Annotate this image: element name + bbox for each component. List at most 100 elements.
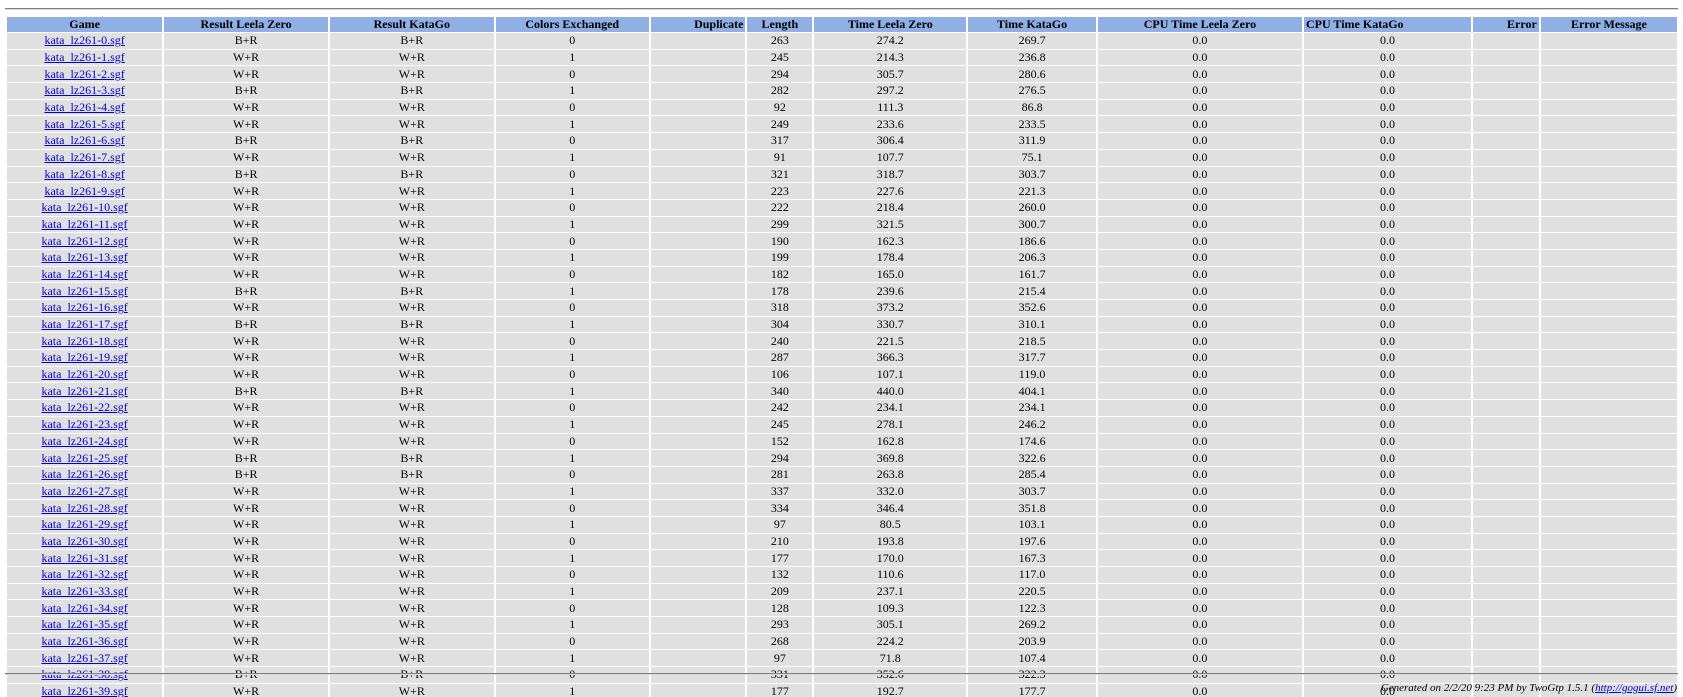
time-katago-cell: 107.4 (968, 649, 1096, 667)
error-message-cell (1540, 182, 1677, 199)
length-cell: 152 (747, 432, 813, 450)
error-cell (1472, 499, 1539, 516)
cpu-time-katago-cell: 0.0 (1303, 265, 1471, 283)
length-cell: 209 (747, 582, 813, 600)
result-leela-zero-cell: B+R (164, 382, 328, 400)
error-message-cell (1540, 515, 1677, 533)
game-link[interactable]: kata_lz261-2.sgf (44, 67, 124, 81)
game-link[interactable]: kata_lz261-24.sgf (41, 434, 127, 448)
game-link[interactable]: kata_lz261-1.sgf (44, 50, 124, 64)
error-cell (1472, 282, 1539, 299)
length-cell: 222 (747, 198, 813, 216)
result-leela-zero-cell: W+R (164, 582, 328, 600)
cpu-time-leela-zero-cell: 0.0 (1097, 82, 1302, 99)
gogui-link[interactable]: http://gogui.sf.net (1595, 682, 1673, 694)
error-message-cell (1540, 432, 1677, 450)
result-leela-zero-cell: W+R (164, 616, 328, 633)
footer-close: ) (1673, 682, 1677, 694)
time-leela-zero-cell: 321.5 (814, 215, 967, 233)
game-link[interactable]: kata_lz261-0.sgf (44, 33, 124, 47)
table-row: kata_lz261-19.sgf W+R W+R 1 287 366.3 317.7 0.0… (7, 349, 1677, 366)
game-link[interactable]: kata_lz261-19.sgf (41, 350, 127, 364)
error-message-cell (1540, 399, 1677, 416)
length-cell: 340 (747, 382, 813, 400)
time-katago-cell: 218.5 (968, 332, 1096, 350)
game-link[interactable]: kata_lz261-34.sgf (41, 601, 127, 615)
error-cell (1472, 549, 1539, 566)
game-link[interactable]: kata_lz261-17.sgf (41, 317, 127, 331)
result-katago-cell: B+R (329, 132, 494, 149)
game-link[interactable]: kata_lz261-27.sgf (41, 484, 127, 498)
length-cell: 304 (747, 315, 813, 333)
game-cell: kata_lz261-29.sgf (7, 515, 163, 533)
colors-exchanged-cell: 1 (495, 449, 649, 466)
game-link[interactable]: kata_lz261-25.sgf (41, 451, 127, 465)
game-link[interactable]: kata_lz261-23.sgf (41, 417, 127, 431)
game-link[interactable]: kata_lz261-32.sgf (41, 567, 127, 581)
cpu-time-katago-cell: 0.0 (1303, 632, 1471, 650)
colors-exchanged-cell: 1 (495, 649, 649, 667)
game-link[interactable]: kata_lz261-35.sgf (41, 617, 127, 631)
game-link[interactable]: kata_lz261-21.sgf (41, 384, 127, 398)
game-link[interactable]: kata_lz261-39.sgf (41, 684, 127, 697)
time-leela-zero-cell: 440.0 (814, 382, 967, 400)
game-link[interactable]: kata_lz261-29.sgf (41, 517, 127, 531)
result-katago-cell: B+R (329, 382, 494, 400)
table-row: kata_lz261-2.sgf W+R W+R 0 294 305.7 280.6 0.0 0… (7, 65, 1677, 83)
game-link[interactable]: kata_lz261-18.sgf (41, 334, 127, 348)
game-link[interactable]: kata_lz261-28.sgf (41, 501, 127, 515)
result-leela-zero-cell: W+R (164, 399, 328, 416)
game-link[interactable]: kata_lz261-30.sgf (41, 534, 127, 548)
length-cell: 293 (747, 616, 813, 633)
game-link[interactable]: kata_lz261-9.sgf (44, 184, 124, 198)
generated-footer: Generated on 2/2/20 9:23 PM by TwoGtp 1.… (1381, 682, 1677, 694)
error-cell (1472, 332, 1539, 350)
cpu-time-katago-cell: 0.0 (1303, 616, 1471, 633)
result-katago-cell: W+R (329, 48, 494, 66)
game-link[interactable]: kata_lz261-20.sgf (41, 367, 127, 381)
result-leela-zero-cell: W+R (164, 248, 328, 266)
game-link[interactable]: kata_lz261-13.sgf (41, 250, 127, 264)
result-leela-zero-cell: B+R (164, 32, 328, 49)
game-link[interactable]: kata_lz261-22.sgf (41, 400, 127, 414)
game-link[interactable]: kata_lz261-36.sgf (41, 634, 127, 648)
length-cell: 318 (747, 299, 813, 316)
game-link[interactable]: kata_lz261-31.sgf (41, 551, 127, 565)
duplicate-cell (650, 599, 746, 617)
game-link[interactable]: kata_lz261-10.sgf (41, 200, 127, 214)
game-link[interactable]: kata_lz261-37.sgf (41, 651, 127, 665)
game-link[interactable]: kata_lz261-6.sgf (44, 133, 124, 147)
game-link[interactable]: kata_lz261-33.sgf (41, 584, 127, 598)
result-katago-cell: W+R (329, 215, 494, 233)
game-cell: kata_lz261-7.sgf (7, 148, 163, 166)
game-link[interactable]: kata_lz261-4.sgf (44, 100, 124, 114)
time-leela-zero-cell: 218.4 (814, 198, 967, 216)
cpu-time-leela-zero-cell: 0.0 (1097, 248, 1302, 266)
cpu-time-katago-cell: 0.0 (1303, 465, 1471, 483)
result-katago-cell: W+R (329, 232, 494, 249)
colors-exchanged-cell: 1 (495, 248, 649, 266)
game-cell: kata_lz261-23.sgf (7, 415, 163, 433)
cpu-time-leela-zero-cell: 0.0 (1097, 566, 1302, 583)
colors-exchanged-cell: 1 (495, 215, 649, 233)
game-link[interactable]: kata_lz261-15.sgf (41, 284, 127, 298)
colors-exchanged-cell: 1 (495, 349, 649, 366)
table-row: kata_lz261-28.sgf W+R W+R 0 334 346.4 351.8 0.0… (7, 499, 1677, 516)
game-link[interactable]: kata_lz261-5.sgf (44, 117, 124, 131)
table-row: kata_lz261-10.sgf W+R W+R 0 222 218.4 260.0 0.0… (7, 198, 1677, 216)
game-link[interactable]: kata_lz261-12.sgf (41, 234, 127, 248)
cpu-time-leela-zero-cell: 0.0 (1097, 365, 1302, 383)
game-link[interactable]: kata_lz261-16.sgf (41, 300, 127, 314)
duplicate-cell (650, 98, 746, 116)
game-link[interactable]: kata_lz261-26.sgf (41, 467, 127, 481)
game-link[interactable]: kata_lz261-8.sgf (44, 167, 124, 181)
game-link[interactable]: kata_lz261-14.sgf (41, 267, 127, 281)
cpu-time-leela-zero-cell: 0.0 (1097, 616, 1302, 633)
game-link[interactable]: kata_lz261-7.sgf (44, 150, 124, 164)
error-message-cell (1540, 82, 1677, 99)
time-leela-zero-cell: 178.4 (814, 248, 967, 266)
duplicate-cell (650, 349, 746, 366)
length-cell: 294 (747, 449, 813, 466)
game-link[interactable]: kata_lz261-11.sgf (42, 217, 128, 231)
game-link[interactable]: kata_lz261-3.sgf (44, 83, 124, 97)
